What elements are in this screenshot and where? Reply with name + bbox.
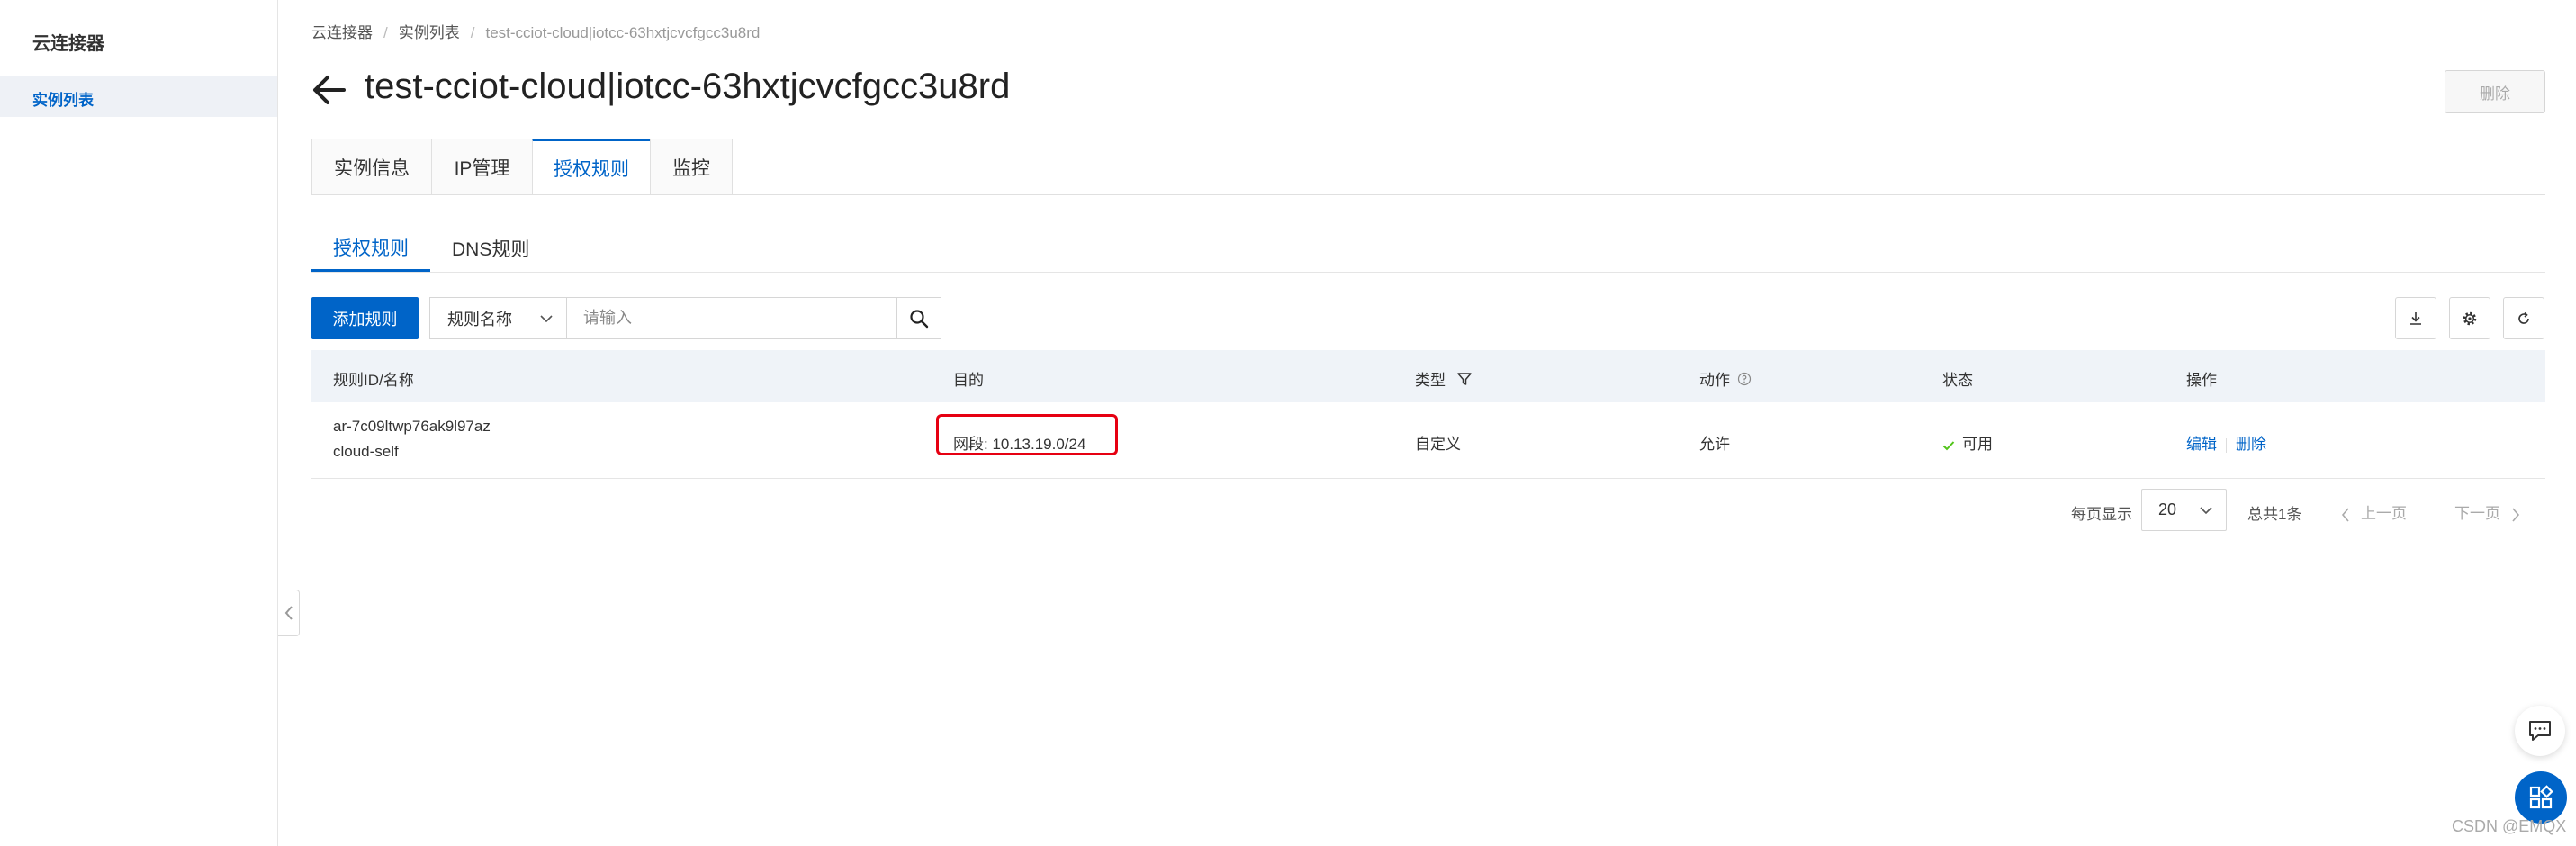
prev-page-label: 上一页 [2361,505,2407,522]
grid-icon [2529,785,2553,809]
per-page-label: 每页显示 [2071,506,2132,523]
subtab-dns-rules[interactable]: DNS规则 [430,225,551,272]
breadcrumb-separator: / [383,24,388,41]
search-input[interactable] [566,297,897,339]
edit-rule-link[interactable]: 编辑 [2186,436,2217,453]
check-icon [1942,440,1955,450]
table-header: 规则ID/名称 目的 类型 动作 状态 操作 [311,350,2545,402]
operation-divider [2226,437,2227,453]
add-rule-button[interactable]: 添加规则 [311,297,419,339]
tab-instance-info[interactable]: 实例信息 [311,139,431,195]
apps-menu-button[interactable] [2515,771,2567,824]
chevron-right-icon [2512,507,2520,522]
filter-field-select[interactable]: 规则名称 [429,297,566,339]
breadcrumb-item-instance-list[interactable]: 实例列表 [399,24,460,41]
delete-rule-link[interactable]: 删除 [2236,436,2266,453]
main-tabs: 实例信息 IP管理 授权规则 监控 [311,139,733,195]
column-header-status: 状态 [1942,372,1973,389]
sidebar-item-instance-list[interactable]: 实例列表 [0,76,277,117]
refresh-icon [2518,311,2529,324]
rule-type: 自定义 [1415,436,1461,453]
total-count: 总共1条 [2247,506,2302,523]
subtabs-divider [311,272,2545,273]
settings-button[interactable] [2449,297,2490,339]
highlight-annotation-box [936,414,1118,455]
next-page-button[interactable]: 下一页 [2454,500,2520,523]
sidebar-collapse-handle[interactable] [278,590,300,636]
chevron-left-icon [2341,507,2349,522]
feedback-button[interactable] [2515,706,2565,756]
column-header-rule-id: 规则ID/名称 [333,372,414,389]
page-size-value: 20 [2158,500,2177,518]
column-header-action-label: 动作 [1699,372,1730,389]
search-icon [910,309,929,328]
tab-ip-management[interactable]: IP管理 [431,139,532,195]
filter-icon[interactable] [1456,371,1473,387]
breadcrumb-separator: / [470,24,475,41]
column-header-destination: 目的 [953,372,984,389]
subtab-authorization-rules[interactable]: 授权规则 [311,225,430,272]
chevron-down-icon [540,315,553,323]
search-button[interactable] [896,297,941,339]
gear-icon [2463,311,2477,325]
chat-icon [2529,721,2551,741]
tab-authorization-rules[interactable]: 授权规则 [532,139,650,195]
column-header-type: 类型 [1415,367,1473,390]
back-arrow-icon[interactable] [311,70,347,110]
breadcrumb: 云连接器 / 实例列表 / test-cciot-cloud|iotcc-63hxtjc… [311,20,760,42]
breadcrumb-item-cloud-connector[interactable]: 云连接器 [311,24,373,41]
column-header-operations: 操作 [2186,372,2217,389]
breadcrumb-item-current: test-cciot-cloud|iotcc-63hxtjcvcfgcc3u8r… [485,24,761,41]
column-header-type-label: 类型 [1415,372,1446,389]
page-title: test-cciot-cloud|iotcc-63hxtjcvcfgcc3u8r… [365,67,1011,106]
sub-tabs: 授权规则 DNS规则 [311,225,551,272]
watermark-text: CSDN @EMQX [2452,817,2567,835]
chevron-left-icon [284,606,293,620]
sidebar-item-label: 实例列表 [32,92,94,109]
tab-monitoring[interactable]: 监控 [650,139,733,195]
sidebar: 云连接器 实例列表 [0,0,278,846]
download-icon [2410,311,2421,325]
column-header-action: 动作 [1699,367,1752,390]
help-icon[interactable] [1737,372,1752,386]
sidebar-title: 云连接器 [32,34,104,54]
rule-operations: 编辑 删除 [2186,431,2266,454]
rule-id: ar-7c09ltwp76ak9l97az [333,418,491,435]
rule-status: 可用 [1942,431,1993,454]
next-page-label: 下一页 [2454,505,2500,522]
rule-status-label: 可用 [1962,436,1993,453]
page-size-select[interactable]: 20 [2141,489,2227,531]
prev-page-button[interactable]: 上一页 [2341,500,2407,523]
table-row: ar-7c09ltwp76ak9l97az cloud-self 网段: 10.… [311,402,2545,479]
chevron-down-icon [2200,507,2212,515]
delete-instance-button[interactable]: 删除 [2445,70,2545,113]
refresh-button[interactable] [2503,297,2544,339]
rule-name: cloud-self [333,443,399,460]
tabs-divider [311,194,2545,195]
download-button[interactable] [2395,297,2436,339]
filter-field-value: 规则名称 [447,310,512,328]
rule-action: 允许 [1699,436,1730,453]
